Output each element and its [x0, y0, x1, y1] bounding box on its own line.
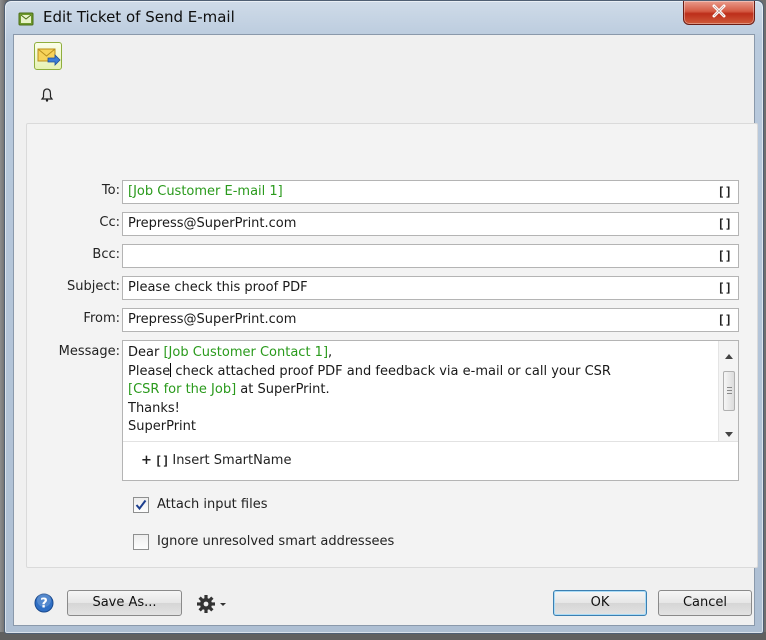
- grip-line: [727, 387, 732, 388]
- attach-input-files-label[interactable]: Attach input files: [157, 497, 268, 512]
- message-line: Thanks!: [128, 400, 180, 416]
- message-text-segment: ,: [328, 345, 333, 360]
- task-icon: [18, 11, 34, 27]
- plus-icon: +: [141, 453, 152, 468]
- message-text[interactable]: Dear [Job Customer Contact 1], Please ch…: [128, 344, 713, 437]
- from-label: From:: [83, 311, 120, 326]
- message-line: [CSR for the Job] at SuperPrint.: [128, 381, 713, 400]
- message-text-segment: Dear: [128, 345, 164, 360]
- ok-button[interactable]: OK: [553, 590, 647, 616]
- svg-text:?: ?: [40, 597, 48, 612]
- message-line: SuperPrint: [128, 419, 196, 434]
- grip-line: [727, 390, 732, 391]
- bcc-smartname-button[interactable]: []: [718, 245, 732, 267]
- gear-icon: [197, 595, 226, 613]
- cc-value: Prepress@SuperPrint.com: [128, 216, 297, 231]
- bcc-field[interactable]: []: [122, 244, 739, 268]
- from-value: Prepress@SuperPrint.com: [128, 312, 297, 327]
- smartname-token: [CSR for the Job]: [128, 382, 237, 397]
- bcc-label: Bcc:: [92, 247, 120, 262]
- subject-smartname-button[interactable]: []: [718, 277, 732, 299]
- insert-smartname-row: + [] Insert SmartName: [123, 441, 738, 480]
- subject-label: Subject:: [67, 279, 120, 294]
- cc-smartname-button[interactable]: []: [718, 213, 732, 235]
- cc-field[interactable]: Prepress@SuperPrint.com []: [122, 212, 739, 236]
- message-text-segment: check attached proof PDF and feedback vi…: [171, 363, 611, 379]
- cancel-button[interactable]: Cancel: [658, 590, 752, 616]
- attach-input-files-checkbox[interactable]: [133, 497, 149, 513]
- scroll-up-arrow[interactable]: [725, 348, 733, 359]
- from-field[interactable]: Prepress@SuperPrint.com []: [122, 308, 739, 332]
- save-as-button[interactable]: Save As...: [67, 590, 182, 616]
- message-line: Please check attached proof PDF and feed…: [128, 362, 713, 382]
- checkmark-icon: [135, 499, 147, 511]
- message-text-segment: at SuperPrint.: [236, 382, 330, 397]
- smartname-token: [Job Customer Contact 1]: [163, 345, 329, 360]
- to-value: [Job Customer E-mail 1]: [128, 184, 283, 199]
- insert-smartname-label: Insert SmartName: [172, 453, 292, 468]
- message-line: Dear [Job Customer Contact 1],: [128, 344, 713, 363]
- bell-icon[interactable]: [40, 88, 54, 102]
- close-button[interactable]: [683, 1, 755, 25]
- send-email-icon[interactable]: [34, 42, 62, 70]
- ignore-unresolved-label[interactable]: Ignore unresolved smart addressees: [157, 534, 394, 549]
- grip-line: [727, 393, 732, 394]
- gear-menu-button[interactable]: [196, 594, 236, 614]
- subject-field[interactable]: Please check this proof PDF []: [122, 276, 739, 300]
- message-scrollbar[interactable]: [718, 341, 738, 441]
- window-title: Edit Ticket of Send E-mail: [43, 8, 235, 26]
- message-text-segment: Please: [128, 363, 171, 379]
- ignore-unresolved-checkbox[interactable]: [133, 534, 149, 550]
- to-label: To:: [101, 183, 120, 198]
- scroll-down-arrow[interactable]: [725, 427, 733, 437]
- to-smartname-button[interactable]: []: [718, 181, 732, 203]
- message-label: Message:: [58, 344, 120, 359]
- title-bar[interactable]: Edit Ticket of Send E-mail: [5, 1, 763, 37]
- subject-value: Please check this proof PDF: [128, 280, 308, 295]
- insert-smartname-button[interactable]: + [] Insert SmartName: [141, 453, 291, 468]
- cc-label: Cc:: [99, 215, 120, 230]
- from-smartname-button[interactable]: []: [718, 309, 732, 331]
- help-icon[interactable]: ?: [34, 593, 54, 613]
- scroll-thumb[interactable]: [723, 371, 735, 411]
- to-field[interactable]: [Job Customer E-mail 1] []: [122, 180, 739, 204]
- close-icon: [711, 4, 727, 22]
- smartname-bracket-icon: []: [154, 453, 170, 468]
- message-field[interactable]: Dear [Job Customer Contact 1], Please ch…: [122, 340, 739, 481]
